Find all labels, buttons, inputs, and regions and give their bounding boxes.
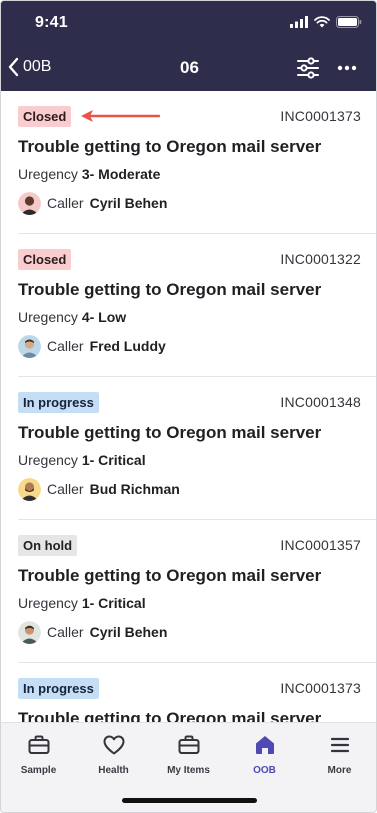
app-header: 9:41 00B 06 bbox=[1, 1, 376, 91]
page-title: 06 bbox=[180, 58, 199, 77]
back-button[interactable]: 00B bbox=[7, 57, 51, 77]
caller-name: Fred Luddy bbox=[89, 338, 166, 354]
urgency-row: Uregency 3- Moderate bbox=[18, 166, 160, 182]
tab-oob[interactable]: OOB bbox=[227, 733, 302, 776]
briefcase-icon bbox=[178, 735, 199, 754]
avatar bbox=[18, 334, 41, 358]
state-badge: In progress bbox=[18, 678, 99, 699]
caller-row: Caller Cyril Behen bbox=[18, 191, 167, 215]
home-indicator bbox=[122, 798, 257, 803]
incident-title: Trouble getting to Oregon mail server bbox=[18, 566, 322, 585]
caller-name: Bud Richman bbox=[89, 481, 180, 497]
tab-label: Sample bbox=[20, 765, 57, 776]
incident-title: Trouble getting to Oregon mail server bbox=[18, 709, 322, 722]
nav-bar: 00B 06 bbox=[1, 45, 376, 91]
state-badge: In progress bbox=[18, 392, 99, 413]
urgency-value: 4- Low bbox=[81, 309, 127, 325]
state-badge: Closed bbox=[18, 249, 72, 270]
tab-label: Health bbox=[98, 765, 129, 776]
incident-number: INC0001348 bbox=[280, 394, 361, 410]
tab-label: More bbox=[327, 765, 352, 776]
tab-health[interactable]: Health bbox=[76, 733, 151, 776]
urgency-label: Uregency bbox=[18, 452, 78, 468]
caller-label: Caller bbox=[47, 481, 84, 497]
incident-card[interactable]: On hold INC0001357 Trouble getting to Or… bbox=[1, 520, 376, 663]
incident-title: Trouble getting to Oregon mail server bbox=[18, 423, 322, 442]
status-time: 9:41 bbox=[35, 14, 68, 31]
urgency-row: Uregency 4- Low bbox=[18, 309, 126, 325]
annotation-arrow-icon bbox=[81, 110, 161, 122]
signal-icon bbox=[290, 16, 308, 28]
incident-number: INC0001373 bbox=[280, 680, 361, 696]
caller-label: Caller bbox=[47, 195, 84, 211]
heart-icon bbox=[103, 735, 124, 755]
phone-screen: 9:41 00B 06 Closed INC0001373 Trouble ge… bbox=[0, 0, 377, 813]
caller-name: Cyril Behen bbox=[89, 624, 168, 640]
tab-label: My Items bbox=[167, 765, 210, 776]
incident-list: Closed INC0001373 Trouble getting to Ore… bbox=[1, 91, 376, 722]
state-badge: On hold bbox=[18, 535, 78, 556]
home-icon bbox=[255, 736, 274, 754]
urgency-label: Uregency bbox=[18, 166, 78, 182]
back-label: 00B bbox=[23, 58, 52, 75]
incident-card[interactable]: Closed INC0001373 Trouble getting to Ore… bbox=[1, 91, 376, 234]
caller-name: Cyril Behen bbox=[89, 195, 168, 211]
tab-label: OOB bbox=[253, 765, 276, 776]
status-bar: 9:41 bbox=[1, 1, 376, 45]
caller-row: Caller Fred Luddy bbox=[18, 334, 166, 358]
avatar bbox=[18, 477, 41, 501]
urgency-value: 1- Critical bbox=[81, 595, 146, 611]
battery-icon bbox=[336, 16, 362, 28]
tab-my-items[interactable]: My Items bbox=[151, 733, 226, 776]
incident-number: INC0001322 bbox=[280, 251, 361, 267]
caller-label: Caller bbox=[47, 624, 84, 640]
caller-row: Caller Cyril Behen bbox=[18, 620, 167, 644]
incident-number: INC0001357 bbox=[280, 537, 361, 553]
caller-label: Caller bbox=[47, 338, 84, 354]
tab-sample[interactable]: Sample bbox=[1, 733, 76, 776]
urgency-row: Uregency 1- Critical bbox=[18, 595, 146, 611]
chevron-left-icon bbox=[8, 57, 19, 77]
incident-card[interactable]: Closed INC0001322 Trouble getting to Ore… bbox=[1, 234, 376, 377]
incident-title: Trouble getting to Oregon mail server bbox=[18, 280, 322, 299]
urgency-value: 1- Critical bbox=[81, 452, 146, 468]
urgency-row: Uregency 1- Critical bbox=[18, 452, 146, 468]
menu-icon bbox=[330, 737, 349, 753]
incident-card[interactable]: In progress INC0001348 Trouble getting t… bbox=[1, 377, 376, 520]
urgency-label: Uregency bbox=[18, 595, 78, 611]
caller-row: Caller Bud Richman bbox=[18, 477, 180, 501]
urgency-value: 3- Moderate bbox=[81, 166, 161, 182]
state-badge: Closed bbox=[18, 106, 72, 127]
more-options-icon[interactable] bbox=[335, 56, 359, 80]
avatar bbox=[18, 620, 41, 644]
incident-title: Trouble getting to Oregon mail server bbox=[18, 137, 322, 156]
urgency-label: Uregency bbox=[18, 309, 78, 325]
wifi-icon bbox=[314, 16, 330, 28]
briefcase-icon bbox=[28, 735, 49, 754]
status-icons bbox=[290, 16, 362, 28]
incident-number: INC0001373 bbox=[280, 108, 361, 124]
tab-more[interactable]: More bbox=[302, 733, 376, 776]
avatar bbox=[18, 191, 41, 215]
filter-icon[interactable] bbox=[296, 56, 320, 80]
incident-card[interactable]: In progress INC0001373 Trouble getting t… bbox=[1, 663, 376, 722]
